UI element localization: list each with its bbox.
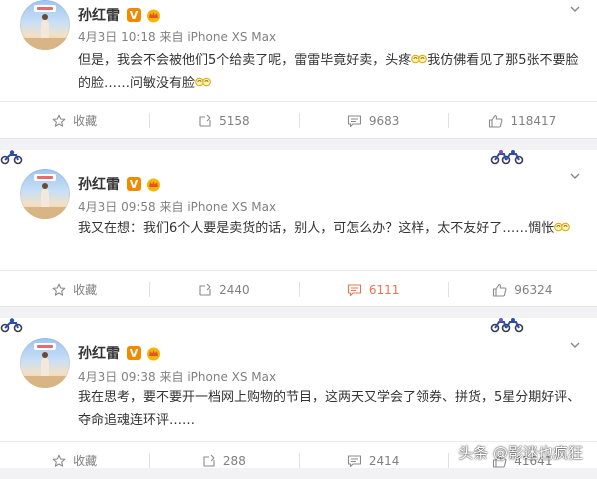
- repost-button[interactable]: 5158: [149, 102, 298, 139]
- collect-label: 收藏: [73, 283, 98, 297]
- comment-button[interactable]: 9683: [298, 102, 448, 139]
- chevron-down-icon[interactable]: [569, 339, 581, 351]
- comment-icon: [347, 454, 361, 467]
- repost-icon: [199, 114, 211, 127]
- like-count: 96324: [514, 282, 553, 297]
- post-text-part: 我在思考，要不要开一档网上购物的节目，这两天又学会了领券、拼货，5星分期好评、夺…: [78, 390, 581, 428]
- post-source: 来自 iPhone XS Max: [159, 200, 277, 214]
- comment-count: 9683: [368, 113, 400, 128]
- post-meta: 4月3日 09:58 来自 iPhone XS Max: [78, 198, 276, 215]
- post-source: 来自 iPhone XS Max: [159, 370, 277, 384]
- weibo-post: 孙红雷 V 4月3日 09:58 来自 iPhone XS Max 我又在想：我…: [0, 150, 597, 307]
- author-name[interactable]: 孙红雷: [78, 5, 120, 25]
- avatar[interactable]: [20, 338, 70, 388]
- like-button[interactable]: 96324: [447, 271, 597, 308]
- comment-icon: [347, 283, 361, 296]
- post-time[interactable]: 4月3日 10:18: [78, 30, 156, 44]
- comment-count: 2414: [368, 453, 400, 468]
- post-source: 来自 iPhone XS Max: [159, 30, 277, 44]
- crown-icon: [147, 178, 160, 191]
- action-bar: 收藏 2440 6111 96324: [0, 270, 597, 308]
- post-meta: 4月3日 10:18 来自 iPhone XS Max: [78, 28, 276, 45]
- comment-icon: [347, 114, 361, 127]
- author-row: 孙红雷 V: [78, 173, 162, 195]
- repost-count: 2440: [219, 282, 250, 297]
- comment-button[interactable]: 6111: [298, 271, 448, 308]
- comment-button[interactable]: 2414: [298, 442, 448, 479]
- thumb-up-icon: [493, 283, 507, 297]
- crown-icon: [147, 9, 160, 22]
- chevron-down-icon[interactable]: [569, 170, 581, 182]
- collect-button[interactable]: 收藏: [0, 102, 149, 139]
- star-icon: [52, 454, 66, 467]
- watermark-text: 头条 @影迷也疯狂: [458, 444, 583, 462]
- avatar[interactable]: [20, 0, 70, 50]
- star-icon: [52, 283, 66, 296]
- motorbike-icon: [490, 318, 524, 333]
- repost-icon: [203, 454, 215, 467]
- post-time[interactable]: 4月3日 09:38: [78, 370, 156, 384]
- dizzy-face-icon: [411, 54, 428, 64]
- motorbike-icon: [0, 150, 23, 165]
- collect-button[interactable]: 收藏: [0, 271, 149, 308]
- author-row: 孙红雷 V: [78, 4, 162, 26]
- collect-label: 收藏: [73, 114, 98, 128]
- motorbike-icon: [0, 318, 23, 333]
- comment-count: 6111: [368, 282, 400, 297]
- post-text-part: 但是，我会不会被他们5个给卖了呢，雷雷毕竟好卖，头疼: [78, 53, 412, 68]
- like-count: 118417: [510, 113, 557, 128]
- avatar[interactable]: [20, 169, 70, 219]
- collect-label: 收藏: [73, 454, 98, 468]
- post-time[interactable]: 4月3日 09:58: [78, 200, 156, 214]
- v-badge-icon: V: [127, 346, 141, 360]
- repost-count: 5158: [219, 113, 250, 128]
- repost-icon: [199, 283, 211, 296]
- post-text: 我在思考，要不要开一档网上购物的节目，这两天又学会了领券、拼货，5星分期好评、夺…: [78, 386, 583, 432]
- post-text: 我又在想：我们6个人要是卖货的话，别人，可怎么办？这样，太不友好了……惆怅: [78, 217, 583, 240]
- post-text-part: 我又在想：我们6个人要是卖货的话，别人，可怎么办？这样，太不友好了……惆怅: [78, 221, 555, 236]
- post-text: 但是，我会不会被他们5个给卖了呢，雷雷毕竟好卖，头疼 我仿佛看见了那5张不要脸的脸…: [78, 49, 583, 95]
- star-icon: [52, 114, 66, 127]
- author-name[interactable]: 孙红雷: [78, 174, 120, 194]
- repost-count: 288: [222, 453, 246, 468]
- post-meta: 4月3日 09:38 来自 iPhone XS Max: [78, 368, 276, 385]
- repost-button[interactable]: 2440: [149, 271, 298, 308]
- author-row: 孙红雷 V: [78, 342, 162, 364]
- v-badge-icon: V: [127, 177, 141, 191]
- chevron-down-icon[interactable]: [569, 3, 581, 15]
- repost-button[interactable]: 288: [149, 442, 298, 479]
- thumb-up-icon: [489, 114, 503, 128]
- action-bar: 收藏 5158 9683 118417: [0, 101, 597, 139]
- dizzy-face-icon: [195, 77, 211, 87]
- like-button[interactable]: 118417: [447, 102, 597, 139]
- v-badge-icon: V: [127, 8, 141, 22]
- crown-icon: [147, 347, 160, 360]
- author-name[interactable]: 孙红雷: [78, 343, 120, 363]
- motorbike-icon: [490, 150, 524, 165]
- dizzy-face-icon: [554, 222, 571, 232]
- weibo-post: 孙红雷 V 4月3日 10:18 来自 iPhone XS Max 但是，我会不…: [0, 0, 597, 139]
- collect-button[interactable]: 收藏: [0, 442, 149, 479]
